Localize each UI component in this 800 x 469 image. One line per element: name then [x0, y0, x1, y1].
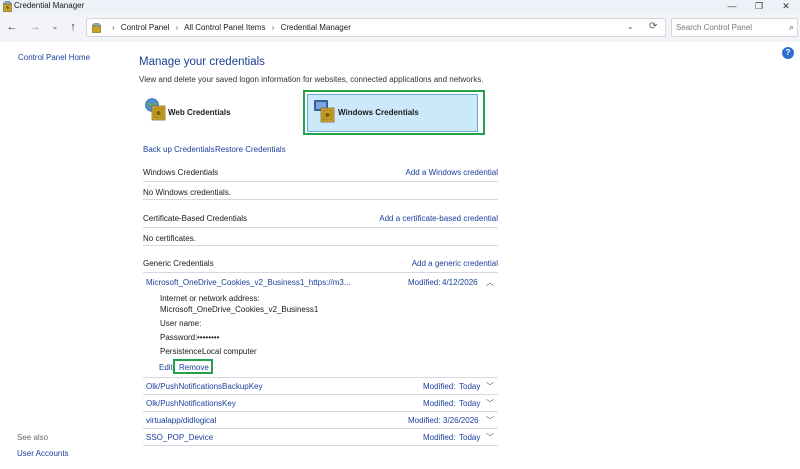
web-credentials-label: Web Credentials [168, 108, 231, 117]
list-item[interactable]: SSO_POP_Device Modified: Today ﹀ [143, 429, 498, 446]
credential-manager-icon [3, 1, 12, 12]
recent-locations-chevron-icon[interactable]: ⌄ [47, 20, 63, 34]
chevron-down-icon[interactable]: ﹀ [486, 381, 494, 392]
breadcrumb: › Control Panel › All Control Panel Item… [108, 23, 351, 32]
list-item[interactable]: Olk/PushNotificationsKey Modified: Today… [143, 395, 498, 412]
credential-modified-value: 3/26/2026 [443, 416, 479, 425]
breadcrumb-control-panel[interactable]: Control Panel [121, 23, 169, 32]
credential-modified-value: 4/12/2026 [442, 278, 478, 287]
back-arrow-icon[interactable]: ← [4, 20, 20, 34]
credential-modified-value: Today [459, 382, 481, 391]
certificate-credentials-section-title: Certificate-Based Credentials [143, 214, 248, 223]
credential-modified-label: Modified: [408, 416, 441, 425]
password-value: •••••••• [197, 333, 220, 342]
refresh-icon[interactable]: ⟳ [649, 21, 657, 32]
edit-button[interactable]: Edit [159, 363, 173, 372]
navigation-bar: ← → ⌄ ↑ › Control Panel › All Control Pa… [0, 14, 800, 42]
windows-credentials-section-header: Windows Credentials Add a Windows creden… [143, 166, 498, 182]
persistence-value: Local computer [202, 347, 257, 356]
breadcrumb-separator-icon: › [271, 23, 275, 32]
title-bar: Credential Manager — ❐ ✕ [0, 0, 800, 14]
web-credentials-vault-icon [145, 98, 166, 121]
breadcrumb-all-items[interactable]: All Control Panel Items [184, 23, 265, 32]
forward-arrow-icon[interactable]: → [27, 20, 43, 34]
control-panel-home-link[interactable]: Control Panel Home [18, 53, 90, 62]
credential-name: SSO_POP_Device [146, 433, 214, 442]
maximize-button[interactable]: ❐ [745, 0, 773, 14]
minimize-button[interactable]: — [718, 0, 746, 14]
generic-credentials-section-title: Generic Credentials [143, 259, 214, 268]
certificate-credentials-empty: No certificates. [143, 230, 498, 246]
add-certificate-credential-link[interactable]: Add a certificate-based credential [379, 214, 498, 223]
list-item[interactable]: Olk/PushNotificationsBackupKey Modified:… [143, 378, 498, 395]
control-panel-icon [92, 23, 101, 33]
list-item[interactable]: virtualapp/didlogical Modified: 3/26/202… [143, 412, 498, 429]
chevron-up-icon[interactable]: ︿ [486, 277, 494, 288]
up-arrow-icon[interactable]: ↑ [65, 20, 81, 34]
see-also-label: See also [17, 433, 49, 442]
address-bar[interactable]: › Control Panel › All Control Panel Item… [86, 18, 666, 37]
search-input[interactable]: Search Control Panel ⌕ [671, 18, 798, 37]
credential-name: Microsoft_OneDrive_Cookies_v2_Business1_… [146, 278, 351, 287]
credential-modified-label: Modified: [423, 433, 456, 442]
search-icon[interactable]: ⌕ [789, 22, 794, 33]
credential-name: virtualapp/didlogical [146, 416, 217, 425]
persistence-label: Persistence: [160, 347, 205, 356]
help-icon[interactable]: ? [782, 47, 794, 59]
credential-name: Olk/PushNotificationsBackupKey [146, 382, 263, 391]
add-generic-credential-link[interactable]: Add a generic credential [412, 259, 498, 268]
password-label: Password: [160, 333, 198, 342]
address-label: Internet or network address: [160, 294, 260, 303]
windows-credentials-tile[interactable]: Windows Credentials [307, 94, 478, 132]
backup-credentials-link[interactable]: Back up Credentials [143, 145, 215, 154]
credential-name: Olk/PushNotificationsKey [146, 399, 236, 408]
expanded-credential-header[interactable]: Microsoft_OneDrive_Cookies_v2_Business1_… [143, 274, 498, 291]
credential-modified-label: Modified: [423, 382, 456, 391]
address-dropdown-icon[interactable]: ⌄ [627, 22, 634, 31]
address-value: Microsoft_OneDrive_Cookies_v2_Business1 [160, 305, 319, 314]
page-description: View and delete your saved logon informa… [139, 75, 484, 84]
windows-credentials-label: Windows Credentials [338, 108, 419, 117]
generic-credentials-section-header: Generic Credentials Add a generic creden… [143, 257, 498, 273]
restore-credentials-link[interactable]: Restore Credentials [215, 145, 286, 154]
credential-modified-value: Today [459, 433, 481, 442]
add-windows-credential-link[interactable]: Add a Windows credential [406, 168, 499, 177]
credential-modified-value: Today [459, 399, 481, 408]
chevron-down-icon[interactable]: ﹀ [486, 398, 494, 409]
user-accounts-link[interactable]: User Accounts [17, 449, 69, 458]
page-title: Manage your credentials [139, 56, 265, 68]
window-title: Credential Manager [14, 1, 85, 10]
chevron-down-icon[interactable]: ﹀ [486, 432, 494, 443]
breadcrumb-separator-icon: › [112, 23, 115, 32]
web-credentials-tile[interactable]: Web Credentials [145, 98, 285, 130]
close-button[interactable]: ✕ [772, 0, 800, 14]
certificate-credentials-section-header: Certificate-Based Credentials Add a cert… [143, 212, 498, 228]
credential-modified-label: Modified: [408, 278, 441, 287]
windows-credentials-vault-icon [314, 100, 335, 123]
credential-modified-label: Modified: [423, 399, 456, 408]
breadcrumb-credential-manager[interactable]: Credential Manager [281, 23, 351, 32]
search-placeholder: Search Control Panel [676, 23, 753, 32]
username-label: User name: [160, 319, 202, 328]
chevron-down-icon[interactable]: ﹀ [486, 415, 494, 426]
windows-credentials-section-title: Windows Credentials [143, 168, 219, 177]
breadcrumb-separator-icon: › [175, 23, 179, 32]
remove-button[interactable]: Remove [179, 363, 209, 372]
windows-credentials-empty: No Windows credentials. [143, 184, 498, 200]
